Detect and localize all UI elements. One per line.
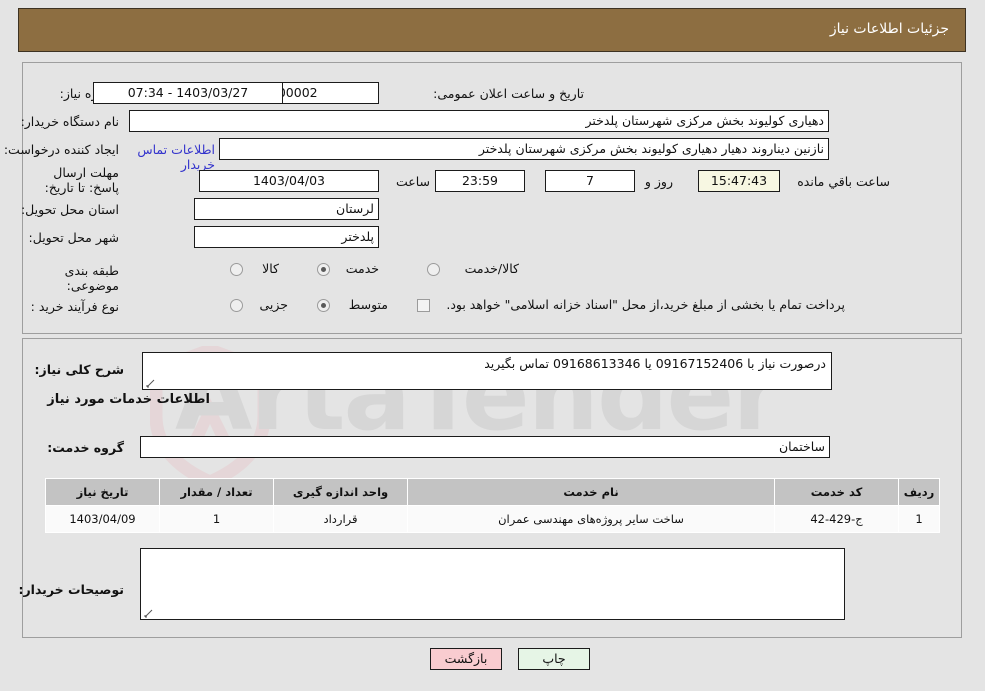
- remaining-days-label: روز و: [644, 174, 673, 189]
- buyer-org-value: دهیاری کولیوند بخش مرکزی شهرستان پلدختر: [129, 110, 829, 132]
- buyer-contact-link[interactable]: اطلاعات تماس خریدار: [112, 142, 215, 172]
- column-header-quantity: تعداد / مقدار: [159, 478, 274, 506]
- hour-label: ساعت: [395, 174, 430, 189]
- table-header-row: ردیف کد خدمت نام خدمت واحد اندازه گیری ت…: [45, 478, 940, 506]
- radio-category-kala-khedmat-label: کالا/خدمت: [464, 261, 519, 276]
- radio-process-jozei[interactable]: [230, 299, 243, 312]
- buyer-notes-textarea[interactable]: [140, 548, 845, 620]
- deadline-date-value: 1403/04/03: [199, 170, 379, 192]
- cell-quantity: 1: [159, 505, 274, 533]
- remaining-time-value: 15:47:43: [698, 170, 780, 192]
- province-value: لرستان: [194, 198, 379, 220]
- remaining-days-value: 7: [545, 170, 635, 192]
- buyer-notes-label: توصیحات خریدار:: [18, 582, 124, 597]
- service-group-label: گروه خدمت:: [47, 440, 124, 455]
- table-row: 1 ج-429-42 ساخت سایر پروژه‌های مهندسی عم…: [45, 505, 940, 533]
- city-label: شهر محل تحویل:: [28, 230, 119, 245]
- city-value: پلدختر: [194, 226, 379, 248]
- treasury-bonds-label: پرداخت تمام یا بخشی از مبلغ خرید،از محل …: [446, 297, 845, 312]
- announce-datetime-value: 1403/03/27 - 07:34: [93, 82, 283, 104]
- deadline-time-value: 23:59: [435, 170, 525, 192]
- creator-value: نازنین دیناروند دهیار دهیاری کولیوند بخش…: [219, 138, 829, 160]
- treasury-bonds-checkbox[interactable]: [417, 299, 430, 312]
- column-header-need-date: تاریخ نیاز: [45, 478, 160, 506]
- creator-label: ایجاد کننده درخواست:: [3, 142, 119, 157]
- radio-category-khedmat-label: خدمت: [345, 261, 379, 276]
- radio-process-motavaset[interactable]: [317, 299, 330, 312]
- process-label: نوع فرآیند خرید :: [30, 299, 119, 314]
- radio-category-kala-khedmat[interactable]: [427, 263, 440, 276]
- radio-category-khedmat[interactable]: [317, 263, 330, 276]
- services-section-heading: اطلاعات خدمات مورد نیاز: [47, 392, 210, 407]
- column-header-unit: واحد اندازه گیری: [273, 478, 408, 506]
- services-table: ردیف کد خدمت نام خدمت واحد اندازه گیری ت…: [45, 478, 940, 533]
- cell-need-date: 1403/04/09: [45, 505, 160, 533]
- print-button[interactable]: چاپ: [518, 648, 590, 670]
- column-header-service-code: کد خدمت: [774, 478, 899, 506]
- service-group-value: ساختمان: [140, 436, 830, 458]
- column-header-service-name: نام خدمت: [407, 478, 775, 506]
- resize-grip-icon[interactable]: [144, 609, 153, 618]
- announce-datetime-label: تاریخ و ساعت اعلان عمومی:: [433, 86, 584, 101]
- radio-category-kala-label: کالا: [262, 261, 279, 276]
- province-label: استان محل تحویل:: [20, 202, 119, 217]
- back-button[interactable]: بازگشت: [430, 648, 502, 670]
- column-header-row-no: ردیف: [898, 478, 940, 506]
- resize-grip-icon[interactable]: [146, 379, 155, 388]
- general-desc-value: درصورت نیاز با 09167152406 یا 0916861334…: [484, 356, 826, 371]
- cell-row-no: 1: [898, 505, 940, 533]
- page-title: جزئیات اطلاعات نیاز: [829, 21, 949, 37]
- page-title-bar: جزئیات اطلاعات نیاز: [18, 8, 966, 52]
- radio-process-motavaset-label: متوسط: [348, 297, 388, 312]
- radio-process-jozei-label: جزیی: [259, 297, 288, 312]
- cell-service-name: ساخت سایر پروژه‌های مهندسی عمران: [407, 505, 775, 533]
- buyer-org-label: نام دستگاه خریدار:: [20, 114, 119, 129]
- remaining-time-label: ساعت باقي مانده: [797, 174, 890, 189]
- cell-service-code: ج-429-42: [774, 505, 899, 533]
- cell-unit: قرارداد: [273, 505, 408, 533]
- radio-category-kala[interactable]: [230, 263, 243, 276]
- general-desc-label: شرح کلی نیاز:: [34, 362, 124, 377]
- deadline-label: مهلت ارسال پاسخ: تا تاریخ:: [44, 165, 119, 195]
- category-label: طبقه بندی موضوعی:: [64, 263, 119, 293]
- general-desc-textarea[interactable]: درصورت نیاز با 09167152406 یا 0916861334…: [142, 352, 832, 390]
